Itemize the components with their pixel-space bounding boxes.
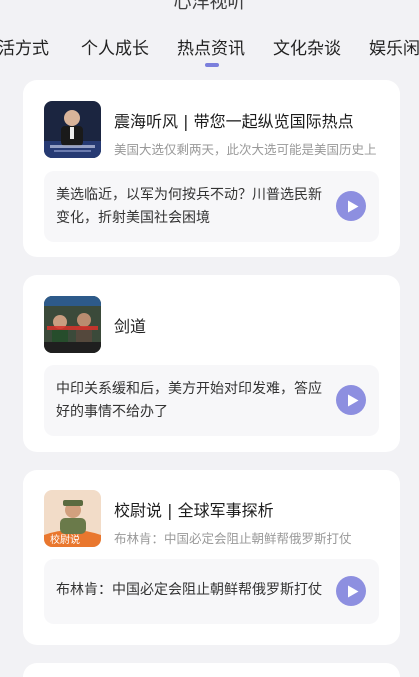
active-tab-indicator (205, 63, 219, 67)
episode-title: 中印关系缓和后，美方开始对印发难，答应好的事情不给办了 (56, 381, 322, 420)
podcast-title: 校尉说 | 全球军事探析 (114, 501, 274, 520)
play-icon (347, 394, 358, 406)
tab-lifestyle[interactable]: 活方式 (0, 34, 49, 59)
avatar-caption: 校尉说 (50, 535, 80, 546)
episode-item[interactable]: 布林肯：中国必定会阻止朝鲜帮俄罗斯打仗 (44, 559, 379, 624)
podcast-card[interactable]: 校尉说 校尉说 | 全球军事探析 布林肯：中国必定会阻止朝鲜帮俄罗斯打仗 布林肯… (23, 470, 400, 645)
podcast-cover-image (44, 296, 101, 353)
podcast-card[interactable]: 震海听风 | 带您一起纵览国际热点 美国大选仅剩两天，此次大选可能是美国历史上 … (23, 80, 400, 257)
podcast-cover-image (44, 101, 101, 158)
play-button[interactable] (336, 191, 366, 221)
play-icon (347, 585, 358, 597)
podcast-cover-image: 校尉说 (44, 490, 101, 547)
podcast-subtitle: 美国大选仅剩两天，此次大选可能是美国历史上 (114, 142, 377, 157)
play-icon (347, 200, 358, 212)
podcast-subtitle: 布林肯：中国必定会阻止朝鲜帮俄罗斯打仗 (114, 531, 352, 546)
episode-item[interactable]: 美选临近，以军为何按兵不动？川普选民新变化，折射美国社会困境 (44, 171, 379, 242)
tab-entertainment[interactable]: 娱乐闲 (369, 34, 419, 59)
play-button[interactable] (336, 576, 366, 606)
play-button[interactable] (336, 385, 366, 415)
page-title-partial: 心洋视听 (173, 0, 246, 13)
tab-personal-growth[interactable]: 个人成长 (81, 34, 149, 59)
tab-culture[interactable]: 文化杂谈 (273, 34, 341, 59)
podcast-card[interactable]: 剑道 中印关系缓和后，美方开始对印发难，答应好的事情不给办了 (23, 275, 400, 452)
episode-item[interactable]: 中印关系缓和后，美方开始对印发难，答应好的事情不给办了 (44, 365, 379, 436)
podcast-title: 剑道 (114, 317, 147, 336)
episode-title: 布林肯：中国必定会阻止朝鲜帮俄罗斯打仗 (56, 582, 322, 598)
podcast-title: 震海听风 | 带您一起纵览国际热点 (114, 112, 354, 131)
tab-hot-news[interactable]: 热点资讯 (177, 34, 245, 59)
episode-title: 美选临近，以军为何按兵不动？川普选民新变化，折射美国社会困境 (56, 187, 322, 226)
podcast-card[interactable] (23, 663, 400, 677)
